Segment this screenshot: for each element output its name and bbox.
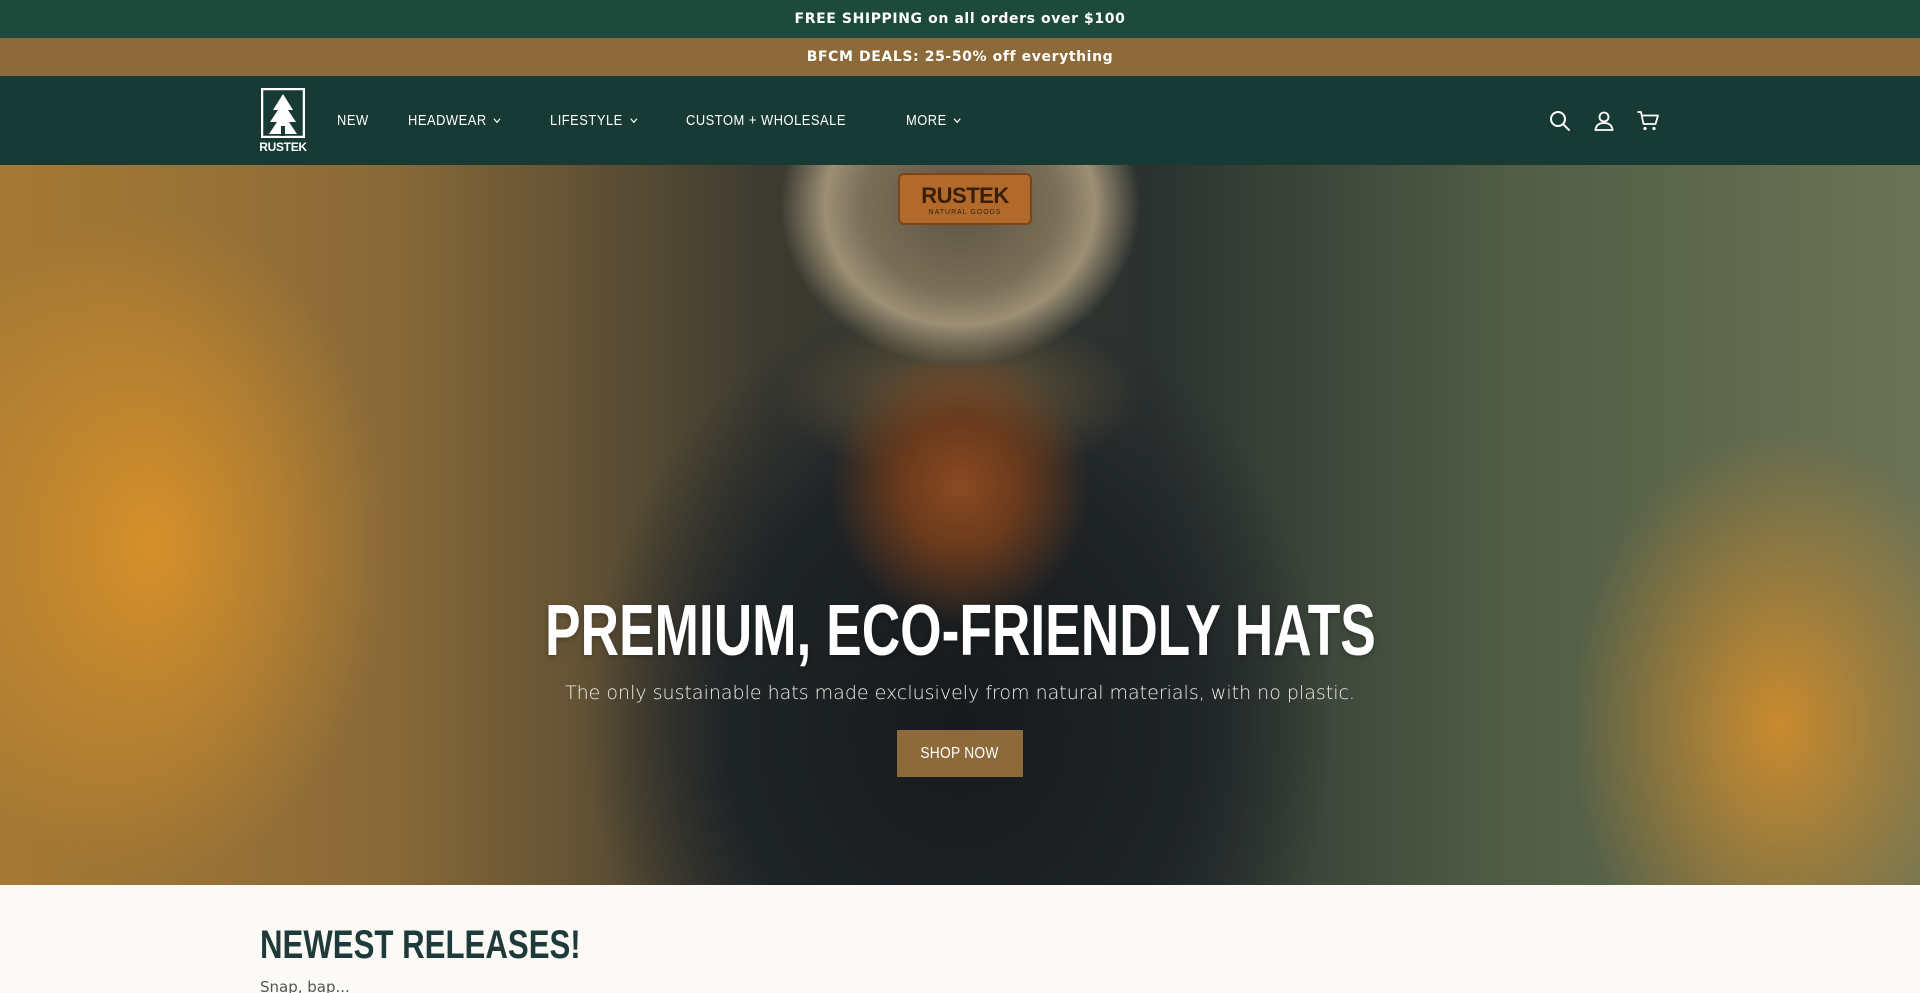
shop-now-label: SHOP NOW [920,745,1000,762]
search-icon[interactable] [1548,109,1572,133]
nav-more[interactable]: MORE [906,112,961,129]
nav-headwear-label: HEADWEAR [407,112,487,129]
shop-now-button[interactable]: SHOP NOW [897,730,1023,777]
nav-custom-wholesale[interactable]: CUSTOM + WHOLESALE [686,112,846,129]
patch-subtext: NATURAL GOODS [928,208,1002,216]
hero-content: PREMIUM, ECO-FRIENDLY HATS The only sust… [0,590,1920,777]
patch-brand: RUSTEK [921,182,1009,208]
nav-new-label: NEW [337,112,369,129]
hero-subtitle: The only sustainable hats made exclusive… [565,682,1355,704]
cart-icon[interactable] [1636,109,1660,133]
site-header: RUSTEK NEW HEADWEAR LIFESTYLE CUSTOM + W… [0,76,1920,165]
tree-logo-icon [261,87,305,138]
shipping-announcement-bar: FREE SHIPPING on all orders over $100 [0,0,1920,38]
hero-title: PREMIUM, ECO-FRIENDLY HATS [544,591,1376,671]
shipping-announcement-text: FREE SHIPPING on all orders over $100 [794,11,1126,27]
nav-headwear[interactable]: HEADWEAR [408,112,501,129]
newest-releases-heading: NEWEST RELEASES! [260,923,581,967]
nav-more-label: MORE [905,112,947,129]
main-nav: NEW HEADWEAR LIFESTYLE CUSTOM + WHOLESAL… [337,112,1004,129]
newest-releases-section: NEWEST RELEASES! Snap, bap... [0,885,1920,993]
hero-cap-patch: RUSTEK NATURAL GOODS [898,173,1032,225]
logo-text: RUSTEK [259,139,307,154]
rustek-logo[interactable]: RUSTEK [259,87,307,154]
newest-releases-subtext: Snap, bap... [260,978,350,993]
chevron-down-icon [493,116,501,125]
deals-announcement-text: BFCM DEALS: 25-50% off everything [806,49,1114,65]
chevron-down-icon [953,116,962,125]
account-icon[interactable] [1592,109,1616,133]
chevron-down-icon [630,116,638,125]
header-icons [1548,76,1660,165]
hero-banner: RUSTEK NATURAL GOODS PREMIUM, ECO-FRIEND… [0,165,1920,885]
nav-custom-wholesale-label: CUSTOM + WHOLESALE [685,112,846,129]
nav-new[interactable]: NEW [337,112,369,129]
nav-lifestyle[interactable]: LIFESTYLE [550,112,638,129]
deals-announcement-bar: BFCM DEALS: 25-50% off everything [0,38,1920,76]
nav-lifestyle-label: LIFESTYLE [550,112,624,129]
